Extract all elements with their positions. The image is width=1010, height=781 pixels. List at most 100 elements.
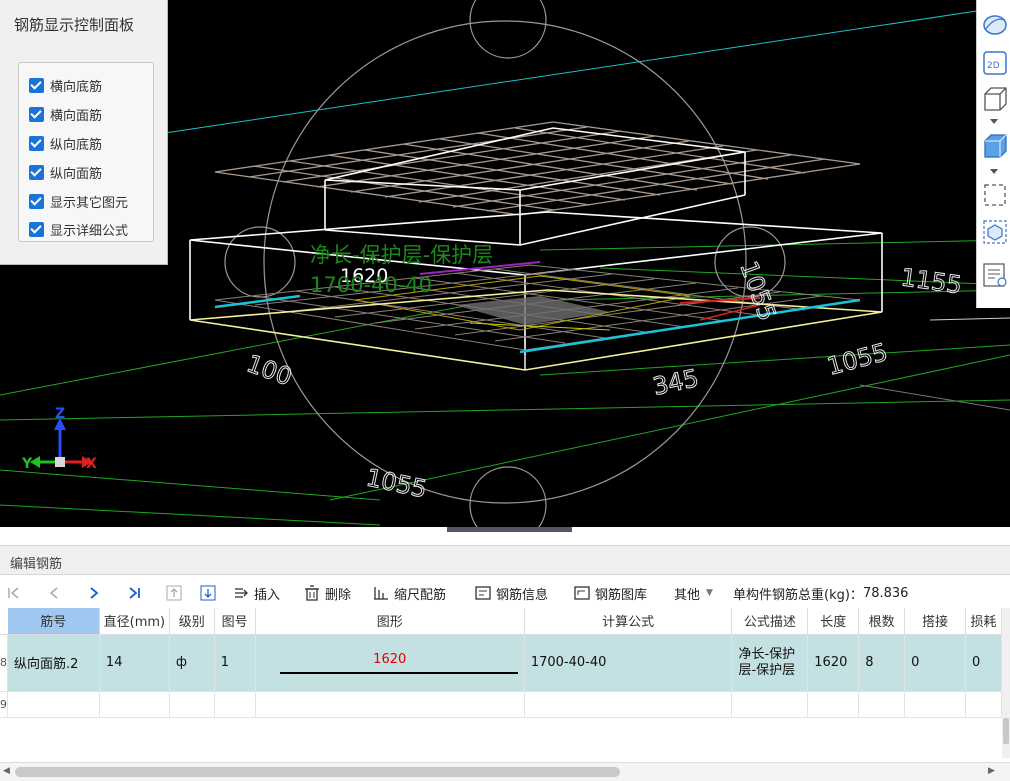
guide-line-cyan bbox=[164, 5, 1010, 134]
row-number: 8 bbox=[0, 634, 8, 692]
next-record-icon[interactable] bbox=[86, 582, 102, 604]
cell-shape-no[interactable]: 1 bbox=[214, 634, 256, 692]
cell-formula-desc[interactable]: 净长-保护层-保护层 bbox=[731, 634, 809, 692]
cell-grade[interactable]: ф bbox=[169, 634, 215, 692]
col-header-diameter[interactable]: 直径(mm) bbox=[99, 608, 170, 635]
cell-length[interactable] bbox=[807, 691, 860, 718]
shape-length-value: 1620 bbox=[373, 651, 407, 667]
list-view-icon[interactable] bbox=[982, 262, 1008, 288]
col-header-formula[interactable]: 计算公式 bbox=[524, 608, 733, 635]
cell-shape-no[interactable] bbox=[214, 691, 256, 718]
orbit-icon[interactable] bbox=[982, 12, 1008, 38]
checkbox-checked[interactable] bbox=[29, 78, 44, 93]
cell-count[interactable] bbox=[858, 691, 906, 718]
option-horizontal-top-rebar[interactable]: 横向面筋 bbox=[29, 105, 102, 124]
col-header-loss[interactable]: 损耗 bbox=[965, 608, 1002, 635]
option-vertical-top-rebar[interactable]: 纵向面筋 bbox=[29, 163, 102, 182]
col-header-formula-desc[interactable]: 公式描述 bbox=[731, 608, 809, 635]
cell-shape[interactable] bbox=[255, 691, 525, 718]
cell-lap[interactable] bbox=[904, 691, 966, 718]
cell-loss[interactable]: 0 bbox=[965, 634, 1002, 692]
cell-length[interactable]: 1620 bbox=[807, 634, 860, 692]
chevron-down-icon[interactable] bbox=[990, 119, 998, 124]
top-rebar-mesh bbox=[214, 121, 861, 216]
cell-grade[interactable] bbox=[169, 691, 215, 718]
option-horizontal-bottom-rebar[interactable]: 横向底筋 bbox=[29, 76, 102, 95]
last-record-icon[interactable] bbox=[126, 582, 142, 604]
rebar-library-button[interactable]: 钢筋图库 bbox=[574, 582, 647, 604]
insert-icon bbox=[235, 588, 248, 598]
select-region-icon[interactable] bbox=[982, 182, 1008, 208]
col-header-grade[interactable]: 级别 bbox=[169, 608, 215, 635]
checkbox-checked[interactable] bbox=[29, 136, 44, 151]
move-up-icon[interactable] bbox=[166, 582, 182, 604]
2d-view-icon[interactable]: 2D bbox=[982, 50, 1008, 76]
other-dropdown[interactable]: 其他 ▼ bbox=[674, 582, 713, 604]
panel-title: 钢筋显示控制面板 bbox=[14, 16, 135, 34]
checkbox-checked[interactable] bbox=[29, 194, 44, 209]
chevron-down-icon[interactable] bbox=[990, 169, 998, 174]
rebar-info-button[interactable]: 钢筋信息 bbox=[475, 582, 548, 604]
dimension-label: 345 bbox=[650, 364, 701, 401]
dimension-label: 1055 bbox=[824, 338, 890, 381]
guide-line-green bbox=[0, 304, 471, 396]
scroll-right-icon[interactable]: ▶ bbox=[988, 766, 995, 776]
cell-formula-desc[interactable] bbox=[731, 691, 809, 718]
rebar-display-control-panel: 钢筋显示控制面板 横向底筋 横向面筋 纵向底筋 纵向面筋 显示其它图元 显示详细… bbox=[0, 0, 168, 265]
trash-icon bbox=[305, 585, 319, 601]
col-header-shape-no[interactable]: 图号 bbox=[214, 608, 256, 635]
previous-record-icon[interactable] bbox=[46, 582, 62, 604]
cell-diameter[interactable] bbox=[99, 691, 170, 718]
col-header-name[interactable]: 筋号 bbox=[7, 608, 100, 635]
col-header-shape[interactable]: 图形 bbox=[255, 608, 525, 635]
scale-rebar-button[interactable]: 缩尺配筋 bbox=[373, 582, 446, 604]
cell-loss[interactable] bbox=[965, 691, 1002, 718]
scale-icon bbox=[374, 587, 388, 600]
cube-select-icon[interactable] bbox=[982, 219, 1008, 245]
guide-line-green bbox=[0, 399, 1010, 421]
cell-lap[interactable]: 0 bbox=[904, 634, 966, 692]
checkbox-checked[interactable] bbox=[29, 165, 44, 180]
row-number: 9 bbox=[0, 691, 8, 718]
scroll-thumb[interactable] bbox=[1003, 718, 1009, 744]
dimension-label: 100 bbox=[243, 349, 296, 391]
panel-splitter[interactable] bbox=[0, 527, 1010, 535]
insert-button[interactable]: 插入 bbox=[233, 582, 280, 604]
horizontal-scrollbar[interactable]: ◀ ▶ bbox=[0, 762, 1010, 781]
scroll-thumb[interactable] bbox=[15, 767, 620, 777]
rebar-table: 筋号 直径(mm) 级别 图号 图形 计算公式 公式描述 长度 根数 搭接 损耗… bbox=[0, 608, 1002, 758]
cell-formula[interactable]: 1700-40-40 bbox=[524, 634, 733, 692]
option-group: 横向底筋 横向面筋 纵向底筋 纵向面筋 显示其它图元 显示详细公式 bbox=[18, 62, 154, 242]
3d-solid-icon[interactable] bbox=[982, 133, 1008, 159]
table-row[interactable]: 9 bbox=[0, 691, 1002, 718]
cell-count[interactable]: 8 bbox=[858, 634, 906, 692]
edit-rebar-header: 编辑钢筋 bbox=[0, 545, 1010, 575]
delete-button[interactable]: 删除 bbox=[304, 582, 351, 604]
axis-z-label: Z bbox=[55, 406, 65, 422]
axis-y-label: Y bbox=[21, 456, 33, 472]
col-header-count[interactable]: 根数 bbox=[858, 608, 906, 635]
info-list-icon bbox=[475, 586, 491, 600]
cell-name[interactable]: 纵向面筋.2 bbox=[7, 634, 100, 692]
move-down-icon[interactable] bbox=[200, 582, 216, 604]
col-header-lap[interactable]: 搭接 bbox=[904, 608, 966, 635]
vertical-scrollbar[interactable] bbox=[1002, 608, 1010, 758]
svg-text:2D: 2D bbox=[987, 61, 1000, 71]
checkbox-checked[interactable] bbox=[29, 222, 44, 237]
axis-gizmo: Z Y X bbox=[21, 406, 97, 472]
cell-diameter[interactable]: 14 bbox=[99, 634, 170, 692]
cell-formula[interactable] bbox=[524, 691, 733, 718]
scroll-left-icon[interactable]: ◀ bbox=[3, 766, 10, 776]
col-header-length[interactable]: 长度 bbox=[807, 608, 860, 635]
cell-name[interactable] bbox=[7, 691, 100, 718]
3d-box-icon[interactable] bbox=[982, 86, 1008, 112]
checkbox-checked[interactable] bbox=[29, 107, 44, 122]
table-row[interactable]: 8 纵向面筋.2 14 ф 1 1620 1700-40-40 净长-保护层-保… bbox=[0, 634, 1002, 692]
option-vertical-bottom-rebar[interactable]: 纵向底筋 bbox=[29, 134, 102, 153]
cell-shape[interactable]: 1620 bbox=[255, 634, 525, 692]
splitter-grip[interactable] bbox=[447, 527, 572, 532]
option-show-other-elements[interactable]: 显示其它图元 bbox=[29, 192, 128, 211]
option-show-detailed-formula[interactable]: 显示详细公式 bbox=[29, 220, 128, 239]
3d-viewport[interactable]: 净长-保护层-保护层 1620 1700-40-40 1055 345 1155… bbox=[0, 0, 1010, 527]
first-record-icon[interactable] bbox=[6, 582, 22, 604]
